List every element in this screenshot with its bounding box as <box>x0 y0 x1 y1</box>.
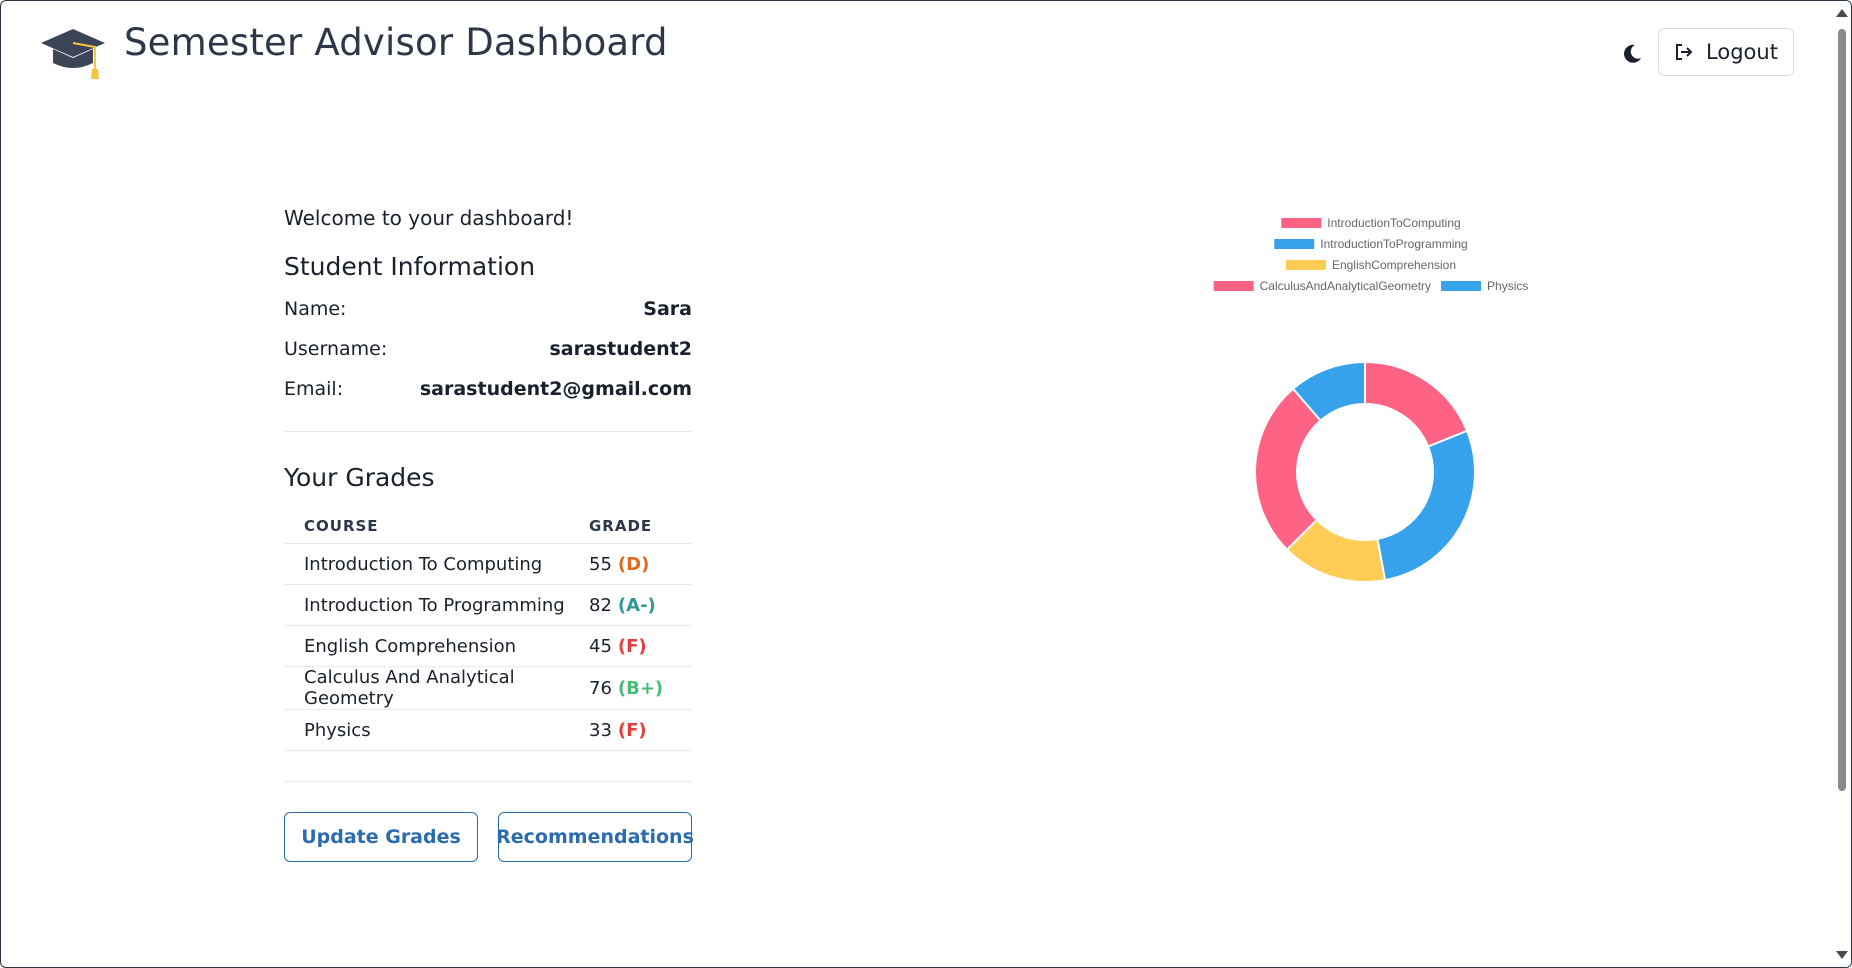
course-column-header: COURSE <box>284 509 589 544</box>
username-value: sarastudent2 <box>549 338 692 360</box>
course-name: Calculus And Analytical Geometry <box>284 666 589 710</box>
grade-letter: (D) <box>617 553 650 575</box>
username-label: Username: <box>284 338 388 360</box>
graduation-cap-icon <box>41 29 105 79</box>
grade-score: 76 <box>589 677 612 699</box>
action-buttons: Update Grades Recommendations <box>284 812 694 862</box>
legend-swatch[interactable] <box>1213 281 1254 291</box>
grade-score: 55 <box>589 553 612 575</box>
legend-swatch[interactable] <box>1274 239 1315 249</box>
course-name: Physics <box>284 709 589 751</box>
info-row-name: Name: Sara <box>284 289 692 329</box>
grade-letter: (A-) <box>617 594 656 616</box>
course-name: Introduction To Computing <box>284 543 589 585</box>
email-label: Email: <box>284 378 344 400</box>
update-grades-button[interactable]: Update Grades <box>284 812 478 862</box>
grade-letter: (F) <box>617 635 647 657</box>
grade-cell: 76 (B+) <box>589 666 692 710</box>
grade-letter: (B+) <box>617 677 664 699</box>
legend-swatch[interactable] <box>1441 281 1482 291</box>
table-row: Introduction To Computing 55 (D) <box>284 543 692 585</box>
course-name: Introduction To Programming <box>284 584 589 626</box>
scroll-up-arrow[interactable] <box>1836 9 1848 17</box>
grade-score: 82 <box>589 594 612 616</box>
chart-slice[interactable] <box>1376 429 1476 582</box>
course-name: English Comprehension <box>284 625 589 667</box>
grade-letter: (F) <box>617 719 647 741</box>
recommendations-button[interactable]: Recommendations <box>496 812 694 862</box>
chart-slice[interactable] <box>1364 360 1469 448</box>
grade-score: 33 <box>589 719 612 741</box>
grade-cell: 45 (F) <box>589 625 692 667</box>
scroll-down-arrow[interactable] <box>1836 951 1848 959</box>
grade-cell: 33 (F) <box>589 709 692 751</box>
legend-swatch[interactable] <box>1285 260 1326 270</box>
name-value: Sara <box>643 298 692 320</box>
grades-table: COURSE GRADE Introduction To Computing 5… <box>284 509 692 751</box>
grades-doughnut-chart: IntroductionToComputing IntroductionToPro… <box>1181 206 1561 596</box>
table-row: English Comprehension 45 (F) <box>284 625 692 667</box>
logout-button[interactable]: Logout <box>1658 28 1794 76</box>
grades-header-row: COURSE GRADE <box>284 509 692 544</box>
chart-canvas: IntroductionToComputing IntroductionToPro… <box>1213 216 1528 583</box>
browser-frame: Semester Advisor Dashboard Logout Welcom… <box>0 0 1852 968</box>
grade-cell: 55 (D) <box>589 543 692 585</box>
legend-swatch[interactable] <box>1281 218 1322 228</box>
scrollbar[interactable] <box>1833 1 1851 967</box>
app-title: Semester Advisor Dashboard <box>124 21 668 64</box>
app-header: Semester Advisor Dashboard Logout <box>1 1 1833 101</box>
logout-label: Logout <box>1706 40 1778 64</box>
legend-label[interactable]: IntroductionToProgramming <box>1320 237 1467 251</box>
divider <box>284 431 692 432</box>
name-label: Name: <box>284 298 347 320</box>
scrollbar-thumb[interactable] <box>1838 29 1846 791</box>
email-value: sarastudent2@gmail.com <box>419 378 692 400</box>
student-info-title: Student Information <box>284 252 536 281</box>
grades-title: Your Grades <box>284 463 435 492</box>
chart-slice[interactable] <box>1254 387 1322 551</box>
student-panel: Welcome to your dashboard! Student Infor… <box>284 206 694 862</box>
legend-label[interactable]: IntroductionToComputing <box>1327 216 1460 230</box>
table-row: Physics 33 (F) <box>284 709 692 751</box>
info-row-username: Username: sarastudent2 <box>284 329 692 369</box>
welcome-message: Welcome to your dashboard! <box>284 206 574 230</box>
theme-toggle-button[interactable] <box>1615 39 1649 69</box>
logout-icon <box>1676 44 1693 60</box>
legend-label[interactable]: Physics <box>1487 279 1528 293</box>
moon-icon <box>1624 44 1641 63</box>
legend-label[interactable]: EnglishComprehension <box>1332 258 1456 272</box>
info-row-email: Email: sarastudent2@gmail.com <box>284 369 692 409</box>
table-row: Introduction To Programming 82 (A-) <box>284 584 692 626</box>
divider <box>284 781 692 782</box>
legend-label[interactable]: CalculusAndAnalyticalGeometry <box>1260 279 1431 293</box>
grade-cell: 82 (A-) <box>589 584 692 626</box>
table-row: Calculus And Analytical Geometry 76 (B+) <box>284 666 692 710</box>
grade-column-header: GRADE <box>589 509 692 544</box>
grade-score: 45 <box>589 635 612 657</box>
